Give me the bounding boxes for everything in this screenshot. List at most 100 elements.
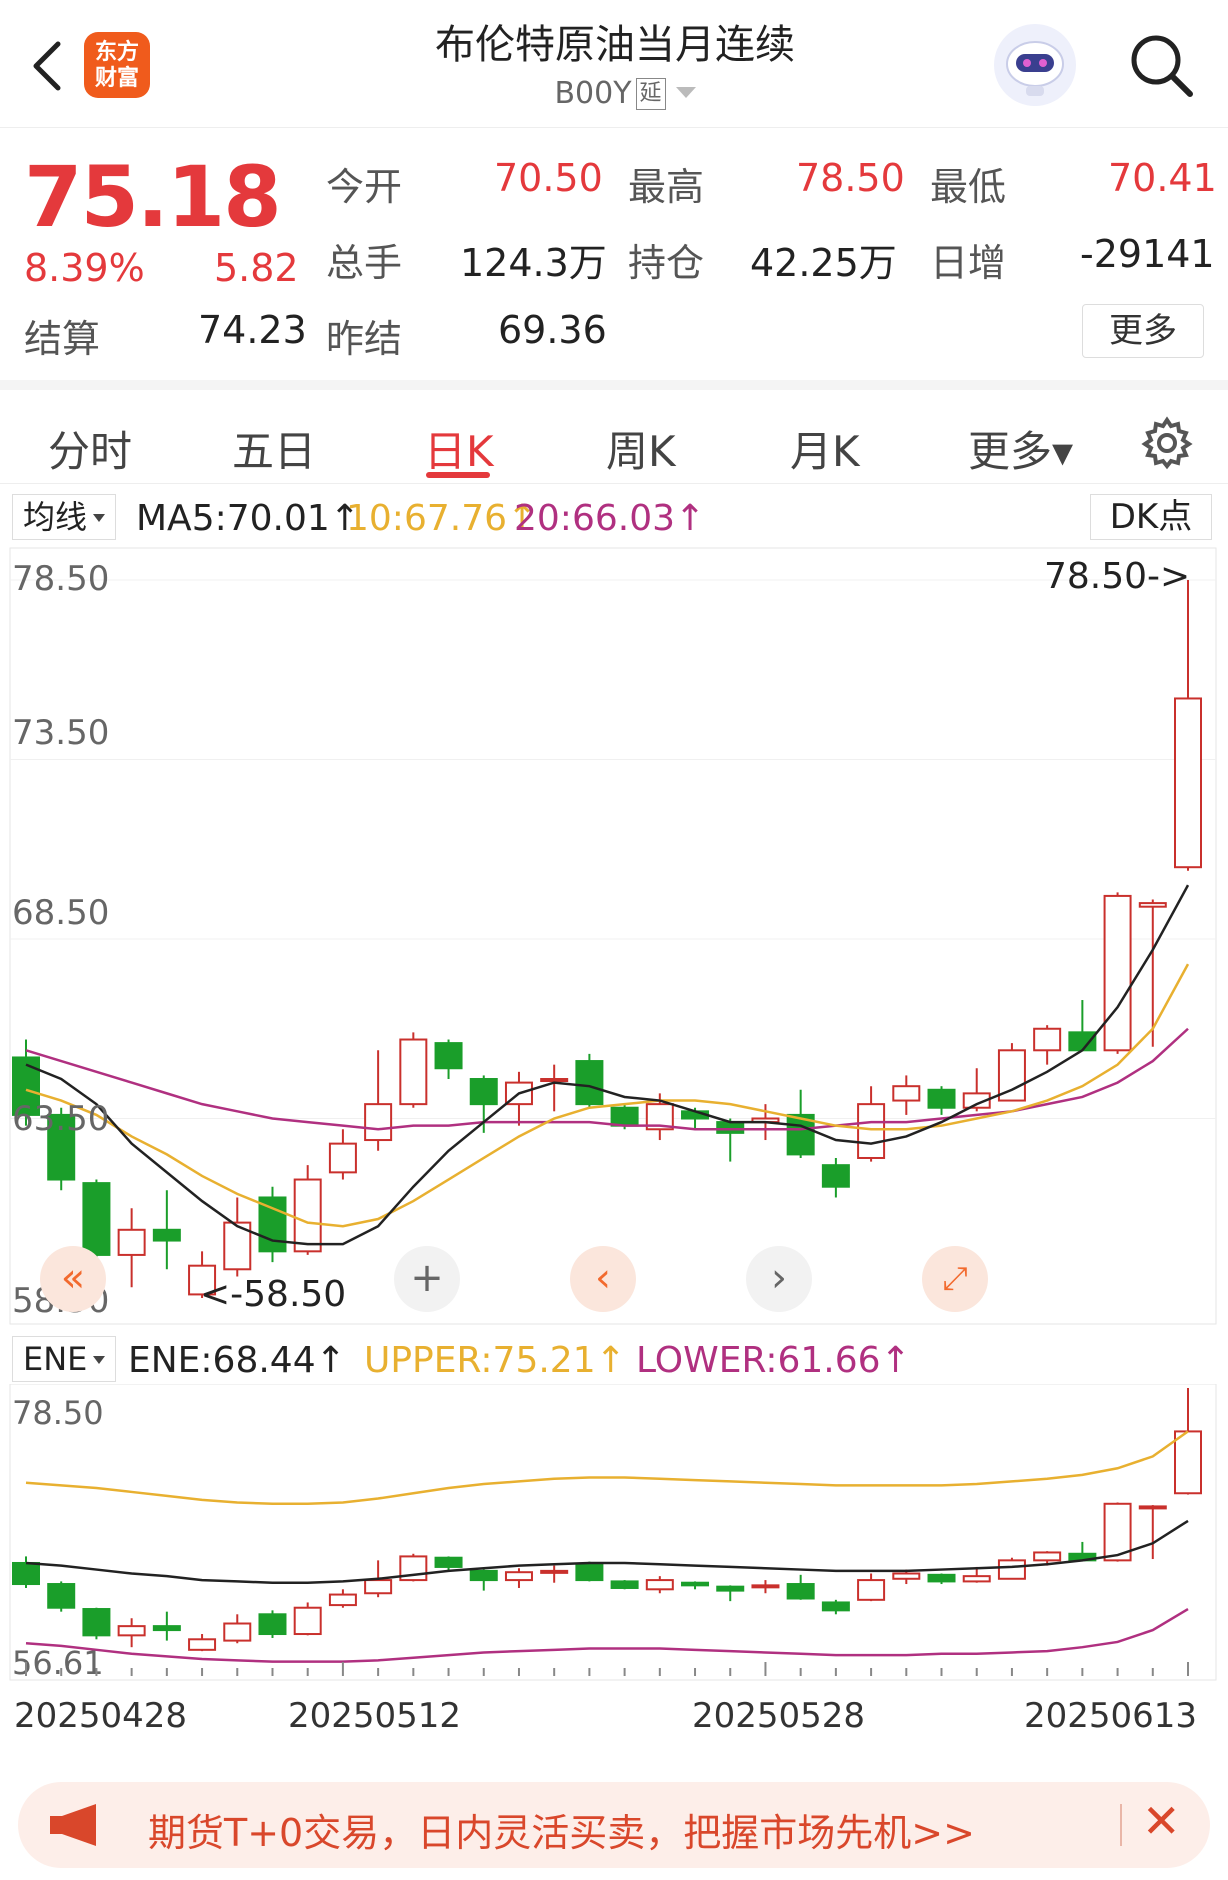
chevron-down-icon	[675, 87, 696, 98]
low-label: 最低	[930, 165, 1007, 209]
ene-candle-body	[681, 1581, 710, 1587]
ene-value: ENE:68.44↑	[128, 1340, 346, 1381]
ene-candle-body	[751, 1584, 780, 1589]
candle-body	[434, 1042, 463, 1070]
tab-intraday[interactable]: 分时	[48, 418, 132, 479]
candle-body	[575, 1060, 604, 1106]
ene-upper-value: UPPER:75.21↑	[364, 1340, 626, 1381]
tab-five-day[interactable]: 五日	[232, 418, 316, 479]
ene-candle-body	[504, 1571, 533, 1582]
megaphone-icon	[50, 1804, 96, 1846]
settle-value: 74.23	[198, 308, 307, 352]
ene-candle-body	[857, 1579, 886, 1601]
candle-body	[927, 1088, 956, 1109]
high-label: 最高	[628, 165, 705, 209]
app-logo[interactable]: 东方 财富	[84, 32, 150, 98]
ma-indicator-row: 均线 MA5:70.01↑ 10:67.76↑ 20:66.03↑ DK点	[0, 488, 1228, 544]
ene-y-top-label: 78.50	[12, 1394, 104, 1432]
instrument-code: B00Y	[554, 76, 632, 111]
ma-selector-label: 均线	[23, 498, 88, 536]
candle-body	[469, 1078, 498, 1106]
app-screen: 东方 财富 布伦特原油当月连续 B00Y 延 75.18 8.39% 5.82 结…	[0, 0, 1228, 1880]
y-tick-label: 73.50	[12, 713, 109, 753]
quote-panel: 75.18 8.39% 5.82 结算 74.23 今开 70.50 最高 78…	[0, 128, 1228, 380]
date-label: 20250613	[1024, 1696, 1198, 1736]
fullscreen-icon[interactable]: ⤢	[922, 1246, 988, 1312]
period-tabs: 分时 五日 日K 周K 月K 更多▾	[0, 380, 1228, 484]
ene-candle-body	[82, 1608, 111, 1637]
prev-settle-label: 昨结	[326, 317, 403, 361]
ene-candle-body	[152, 1625, 181, 1632]
ene-candle-body	[927, 1573, 956, 1583]
scroll-left-button[interactable]: ‹	[570, 1246, 636, 1312]
top-header: 东方 财富 布伦特原油当月连续 B00Y 延	[0, 0, 1228, 128]
ene-candle-body	[188, 1638, 217, 1651]
zoom-in-button[interactable]: +	[394, 1246, 460, 1312]
date-label: 20250512	[288, 1696, 462, 1736]
change-percent: 8.39%	[24, 246, 145, 290]
candle-body	[364, 1103, 393, 1142]
ma-selector-dropdown[interactable]: 均线	[12, 494, 117, 540]
dropdown-triangle-icon	[93, 514, 106, 522]
high-value: 78.50	[796, 156, 905, 200]
ene-selector-dropdown[interactable]: ENE	[12, 1336, 117, 1382]
scroll-to-start-button[interactable]: «	[40, 1246, 106, 1312]
ene-lower-value: LOWER:61.66↑	[636, 1340, 911, 1381]
close-icon[interactable]: ✕	[1142, 1794, 1181, 1848]
tab-weekly-k[interactable]: 周K	[606, 418, 676, 479]
ene-candle-body	[962, 1575, 991, 1583]
daily-increase-value: -29141	[1080, 232, 1215, 276]
candle-body	[610, 1106, 639, 1127]
ene-candle-body	[610, 1580, 639, 1589]
min-price-marker: <-58.50	[200, 1274, 346, 1315]
date-label: 20250528	[692, 1696, 866, 1736]
ene-candle-body	[1138, 1505, 1167, 1510]
candle-body	[716, 1121, 745, 1134]
delay-tag: 延	[635, 78, 666, 110]
instrument-code-selector[interactable]: B00Y 延	[500, 76, 750, 111]
ene-candle-body	[223, 1622, 252, 1642]
ene-candle-body	[258, 1613, 287, 1636]
more-button[interactable]: 更多	[1082, 304, 1204, 358]
ene-candle-body	[892, 1572, 921, 1580]
search-icon[interactable]	[1126, 30, 1196, 100]
candle-body	[892, 1085, 921, 1102]
back-arrow-icon[interactable]	[24, 36, 72, 96]
active-tab-indicator	[426, 472, 490, 478]
tab-daily-k[interactable]: 日K	[424, 418, 494, 479]
ene-candle-body	[645, 1579, 674, 1591]
date-label: 20250428	[14, 1696, 188, 1736]
candlestick-chart[interactable]: 78.50 73.50 68.50 63.50 58.50 78.50-> <-…	[0, 544, 1228, 1328]
ma20-value: 20:66.03↑	[514, 498, 706, 539]
instrument-title: 布伦特原油当月连续	[435, 22, 795, 68]
ene-indicator-chart[interactable]: 78.50 56.61	[0, 1384, 1228, 1684]
tab-monthly-k[interactable]: 月K	[790, 418, 860, 479]
promo-text: 期货T+0交易，日内灵活买卖，把握市场先机>>	[148, 1811, 975, 1855]
candle-body	[1103, 894, 1132, 1052]
scroll-right-button[interactable]: ›	[746, 1246, 812, 1312]
ene-candle-body	[364, 1579, 393, 1595]
prev-settle-value: 69.36	[498, 308, 607, 352]
settle-label: 结算	[24, 317, 101, 361]
promo-banner[interactable]: 期货T+0交易，日内灵活买卖，把握市场先机>> ✕	[18, 1782, 1210, 1868]
change-amount: 5.82	[214, 246, 299, 290]
y-tick-label: 63.50	[12, 1099, 109, 1139]
candle-body	[1033, 1027, 1062, 1052]
ma5-value: MA5:70.01↑	[136, 498, 360, 539]
ene-candle-body	[716, 1585, 745, 1592]
dropdown-triangle-icon	[93, 1356, 106, 1364]
last-price: 75.18	[24, 148, 282, 246]
candle-body	[293, 1178, 322, 1253]
ene-candle-body	[786, 1583, 815, 1600]
ene-candle-body	[434, 1556, 463, 1568]
max-price-marker: 78.50->	[1044, 556, 1190, 597]
assistant-robot-icon[interactable]	[994, 24, 1076, 106]
settings-gear-icon[interactable]	[1140, 416, 1194, 470]
ene-candle-body	[1174, 1430, 1202, 1495]
tab-more[interactable]: 更多▾	[968, 418, 1073, 479]
candle-body	[82, 1182, 111, 1256]
dk-point-button[interactable]: DK点	[1090, 494, 1212, 540]
ene-candle-body	[540, 1569, 569, 1574]
candle-body	[1138, 902, 1167, 908]
logo-line-2: 财富	[94, 66, 139, 91]
